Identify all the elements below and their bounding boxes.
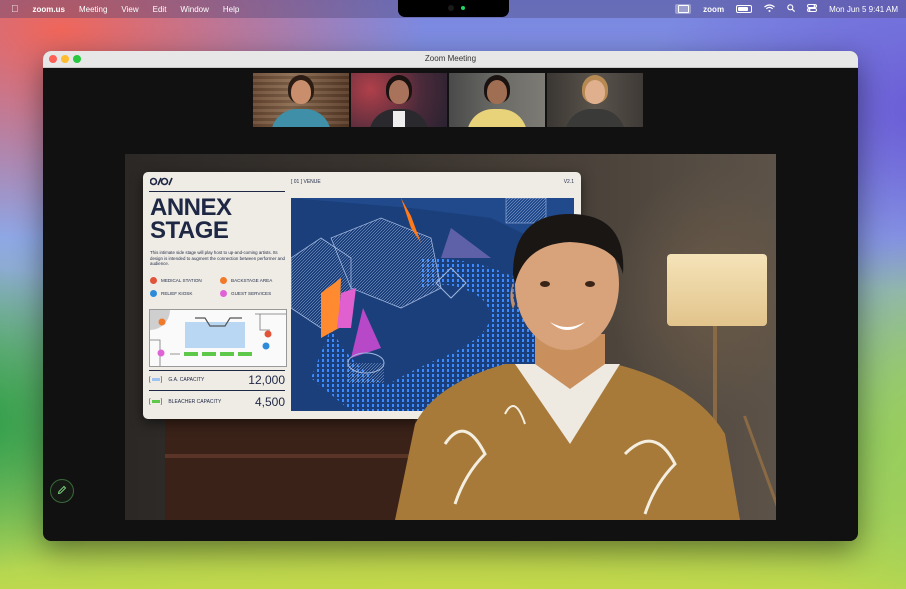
menu-meeting[interactable]: Meeting — [79, 5, 107, 14]
header-divider — [149, 191, 285, 192]
camera-notch — [398, 0, 509, 17]
brand-logo-icon — [149, 177, 176, 189]
status-area: zoom Mon Jun 5 9:41 AM — [663, 0, 898, 18]
fullscreen-window-button[interactable] — [73, 55, 81, 63]
window-title: Zoom Meeting — [424, 54, 477, 63]
camera-active-indicator — [461, 6, 465, 10]
wifi-icon[interactable] — [764, 4, 775, 14]
camera-lens-icon — [448, 5, 454, 11]
slide-section-tag: [ 01 ] VENUE — [291, 179, 321, 185]
capacity-row-ga: [] G.A. CAPACITY 12,000 — [149, 373, 285, 387]
legend-item-guest: GUEST SERVICES — [220, 290, 290, 297]
legend-label: BACKSTAGE AREA — [231, 278, 273, 283]
bookshelf-shelf — [165, 454, 415, 458]
participant-video-2[interactable] — [351, 73, 447, 127]
control-center-icon[interactable] — [807, 4, 818, 14]
battery-icon[interactable] — [736, 5, 753, 13]
slide-title-line-1: ANNEX — [150, 194, 232, 221]
participant-video-1[interactable] — [253, 73, 349, 127]
apple-menu-icon[interactable]:  — [11, 4, 19, 15]
capacity-divider-1 — [149, 370, 285, 371]
zoom-meeting-window: Zoom Meeting [01] VENUE V2.1 ANNEX STA… — [43, 51, 858, 541]
minimize-window-button[interactable] — [61, 55, 69, 63]
participant-strip — [253, 73, 645, 127]
bleacher-swatch-icon: [] — [149, 399, 163, 405]
menu-edit[interactable]: Edit — [153, 5, 167, 14]
capacity-label: G.A. CAPACITY — [168, 377, 205, 383]
spotlight-search-icon[interactable] — [787, 4, 796, 14]
legend-item-medical: MEDICAL STATION — [150, 277, 220, 284]
legend-item-relief: RELIEF KIOSK — [150, 290, 220, 297]
participant-video-4[interactable] — [547, 73, 643, 127]
legend-item-backstage: BACKSTAGE AREA — [220, 277, 290, 284]
screen-share-status-icon[interactable] — [675, 4, 692, 14]
map-legend: MEDICAL STATION BACKSTAGE AREA RELIEF KI… — [150, 277, 290, 303]
capacity-value: 4,500 — [254, 395, 285, 409]
ga-swatch-icon: [] — [149, 377, 163, 383]
menu-view[interactable]: View — [121, 5, 138, 14]
window-titlebar[interactable]: Zoom Meeting — [43, 51, 858, 68]
active-speaker-video[interactable]: [ 01 ] VENUE V2.1 ANNEX STAGE This intim… — [125, 154, 776, 520]
close-window-button[interactable] — [49, 55, 57, 63]
slide-version-tag: V2.1 — [563, 179, 574, 185]
legend-label: RELIEF KIOSK — [161, 291, 193, 296]
menu-app-name[interactable]: zoom.us — [33, 5, 65, 14]
presenter-video — [395, 214, 776, 520]
mini-floor-plan — [149, 309, 287, 367]
menu-help[interactable]: Help — [223, 5, 239, 14]
drop-icon — [150, 290, 157, 297]
plus-icon — [150, 277, 157, 284]
zoom-status-label[interactable]: zoom — [703, 5, 724, 14]
capacity-value: 12,000 — [248, 373, 285, 387]
legend-label: MEDICAL STATION — [161, 278, 202, 283]
slide-description: This intimate side stage will play host … — [150, 250, 285, 267]
slide-title-line-2: STAGE — [150, 217, 229, 244]
legend-label: GUEST SERVICES — [231, 291, 272, 296]
slide-title: ANNEX STAGE — [150, 194, 232, 244]
bookshelf — [165, 416, 415, 520]
capacity-divider-2 — [149, 390, 285, 391]
person-icon — [220, 290, 227, 297]
capacity-row-bleacher: [] BLEACHER CAPACITY 4,500 — [149, 395, 285, 409]
capacity-label: BLEACHER CAPACITY — [168, 399, 222, 405]
participant-video-3[interactable] — [449, 73, 545, 127]
annotate-button[interactable] — [50, 479, 74, 503]
menu-clock[interactable]: Mon Jun 5 9:41 AM — [829, 5, 898, 14]
star-icon — [220, 277, 227, 284]
pencil-icon — [57, 482, 67, 500]
menu-window[interactable]: Window — [180, 5, 208, 14]
